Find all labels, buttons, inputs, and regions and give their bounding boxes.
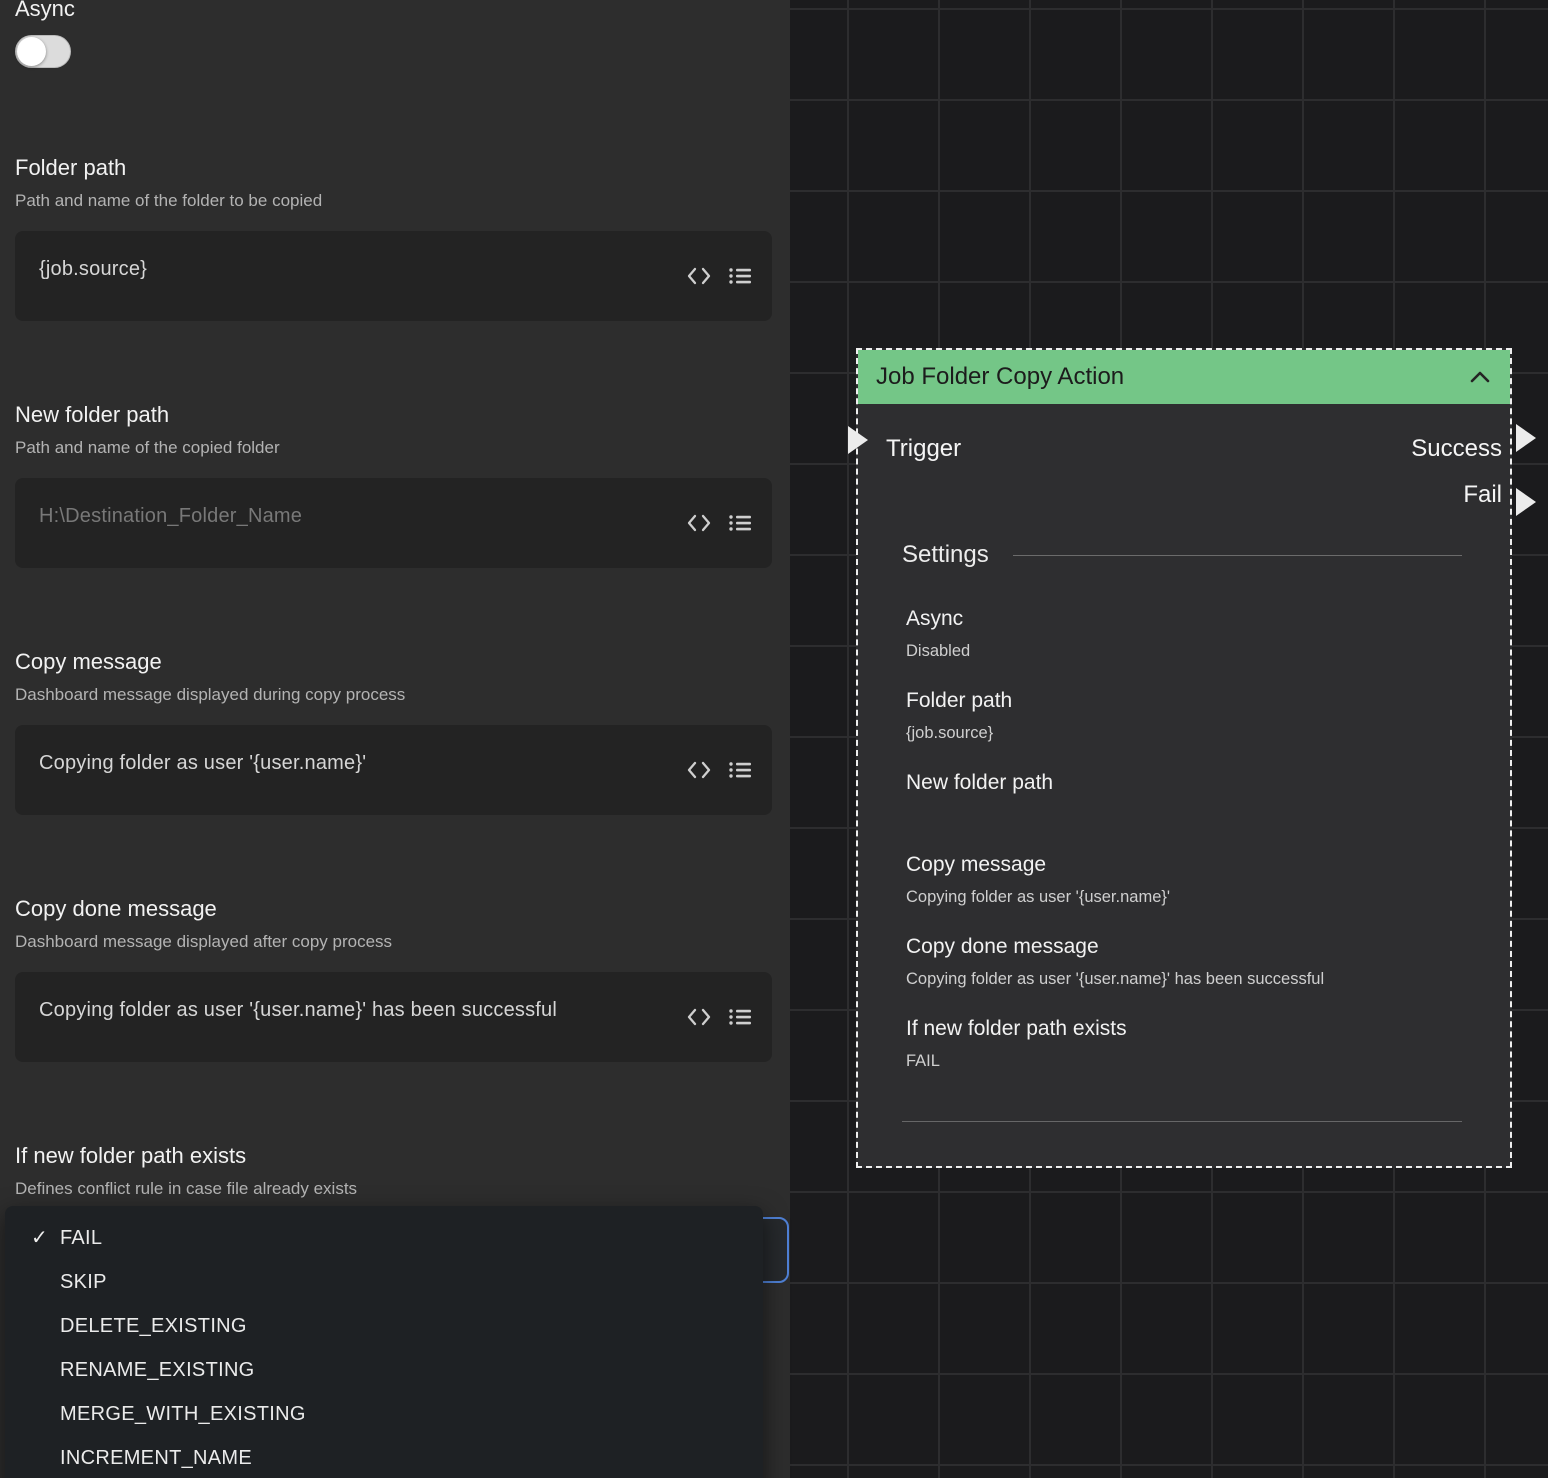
setting-label: If new folder path exists <box>906 1016 1470 1042</box>
folder-path-input[interactable]: {job.source} <box>15 231 772 321</box>
setting-label: Async <box>906 606 1470 632</box>
setting-copy-message: Copy message Copying folder as user '{us… <box>906 852 1470 908</box>
trigger-port-label: Trigger <box>886 435 961 463</box>
new-folder-path-label: New folder path <box>15 401 774 428</box>
checkmark-icon: ✓ <box>31 1216 48 1260</box>
setting-async: Async Disabled <box>906 606 1470 662</box>
copy-done-message-value: Copying folder as user '{user.name}' has… <box>39 995 682 1026</box>
list-icon[interactable] <box>728 265 752 287</box>
setting-value: FAIL <box>906 1051 1470 1072</box>
code-icon[interactable] <box>687 512 711 534</box>
menu-option-label: INCREMENT_NAME <box>60 1447 252 1469</box>
new-folder-path-description: Path and name of the copied folder <box>15 437 774 458</box>
menu-option-skip[interactable]: SKIP <box>5 1260 763 1304</box>
field-group-new-folder-path: New folder path Path and name of the cop… <box>15 401 774 568</box>
flow-canvas[interactable]: Job Folder Copy Action Trigger Success F… <box>790 0 1548 1478</box>
fail-port-arrow[interactable] <box>1516 488 1536 516</box>
async-label: Async <box>15 0 790 22</box>
node-bottom-divider <box>902 1121 1462 1122</box>
node-header[interactable]: Job Folder Copy Action <box>858 350 1510 404</box>
list-icon[interactable] <box>728 512 752 534</box>
node-settings-list: Async Disabled Folder path {job.source} … <box>906 606 1470 1072</box>
setting-value: Disabled <box>906 641 1470 662</box>
conflict-rule-description: Defines conflict rule in case file alrea… <box>15 1178 774 1199</box>
setting-label: New folder path <box>906 770 1470 796</box>
node-ports: Trigger Success Fail <box>858 404 1510 518</box>
setting-value: Copying folder as user '{user.name}' <box>906 887 1470 908</box>
copy-done-message-label: Copy done message <box>15 895 774 922</box>
copy-done-message-description: Dashboard message displayed after copy p… <box>15 931 774 952</box>
menu-option-rename-existing[interactable]: RENAME_EXISTING <box>5 1348 763 1392</box>
menu-option-label: RENAME_EXISTING <box>60 1359 255 1381</box>
menu-option-label: DELETE_EXISTING <box>60 1315 247 1337</box>
new-folder-path-input[interactable]: H:\Destination_Folder_Name <box>15 478 772 568</box>
success-port-arrow[interactable] <box>1516 424 1536 452</box>
setting-label: Folder path <box>906 688 1470 714</box>
list-icon[interactable] <box>728 759 752 781</box>
code-icon[interactable] <box>687 1006 711 1028</box>
menu-option-label: MERGE_WITH_EXISTING <box>60 1403 306 1425</box>
field-group-copy-done-message: Copy done message Dashboard message disp… <box>15 895 774 1062</box>
node-settings-header: Settings <box>902 540 1462 570</box>
menu-option-fail[interactable]: ✓ FAIL <box>5 1216 763 1260</box>
trigger-port-arrow[interactable] <box>848 426 868 454</box>
settings-divider <box>1013 555 1462 556</box>
setting-folder-path: Folder path {job.source} <box>906 688 1470 744</box>
code-icon[interactable] <box>687 265 711 287</box>
setting-value: Copying folder as user '{user.name}' has… <box>906 969 1470 990</box>
copy-message-value: Copying folder as user '{user.name}' <box>39 748 682 779</box>
node-title: Job Folder Copy Action <box>876 363 1468 391</box>
field-group-folder-path: Folder path Path and name of the folder … <box>15 154 774 321</box>
menu-option-delete-existing[interactable]: DELETE_EXISTING <box>5 1304 763 1348</box>
toggle-knob <box>17 37 46 66</box>
setting-label: Copy done message <box>906 934 1470 960</box>
success-port-label: Success <box>1411 435 1502 463</box>
fail-port-label: Fail <box>1463 481 1502 509</box>
collapse-icon[interactable] <box>1468 365 1492 389</box>
conflict-rule-menu: ✓ FAIL SKIP DELETE_EXISTING RENAME_EXIST… <box>5 1206 763 1478</box>
folder-path-value: {job.source} <box>39 254 682 285</box>
node-job-folder-copy-action[interactable]: Job Folder Copy Action Trigger Success F… <box>856 348 1512 1168</box>
menu-option-increment-name[interactable]: INCREMENT_NAME <box>5 1436 763 1478</box>
field-group-copy-message: Copy message Dashboard message displayed… <box>15 648 774 815</box>
settings-title: Settings <box>902 541 989 569</box>
copy-message-description: Dashboard message displayed during copy … <box>15 684 774 705</box>
code-icon[interactable] <box>687 759 711 781</box>
folder-path-label: Folder path <box>15 154 774 181</box>
setting-value: {job.source} <box>906 723 1470 744</box>
folder-path-description: Path and name of the folder to be copied <box>15 190 774 211</box>
async-toggle[interactable] <box>15 35 71 68</box>
menu-option-label: FAIL <box>60 1227 102 1249</box>
menu-option-merge-with-existing[interactable]: MERGE_WITH_EXISTING <box>5 1392 763 1436</box>
list-icon[interactable] <box>728 1006 752 1028</box>
copy-message-input[interactable]: Copying folder as user '{user.name}' <box>15 725 772 815</box>
setting-copy-done-message: Copy done message Copying folder as user… <box>906 934 1470 990</box>
app-root: Async Folder path Path and name of the f… <box>0 0 1548 1478</box>
conflict-rule-label: If new folder path exists <box>15 1142 774 1169</box>
menu-option-label: SKIP <box>60 1271 107 1293</box>
setting-new-folder-path: New folder path <box>906 770 1470 826</box>
copy-done-message-input[interactable]: Copying folder as user '{user.name}' has… <box>15 972 772 1062</box>
setting-label: Copy message <box>906 852 1470 878</box>
copy-message-label: Copy message <box>15 648 774 675</box>
setting-conflict-rule: If new folder path exists FAIL <box>906 1016 1470 1072</box>
new-folder-path-placeholder: H:\Destination_Folder_Name <box>39 501 682 532</box>
